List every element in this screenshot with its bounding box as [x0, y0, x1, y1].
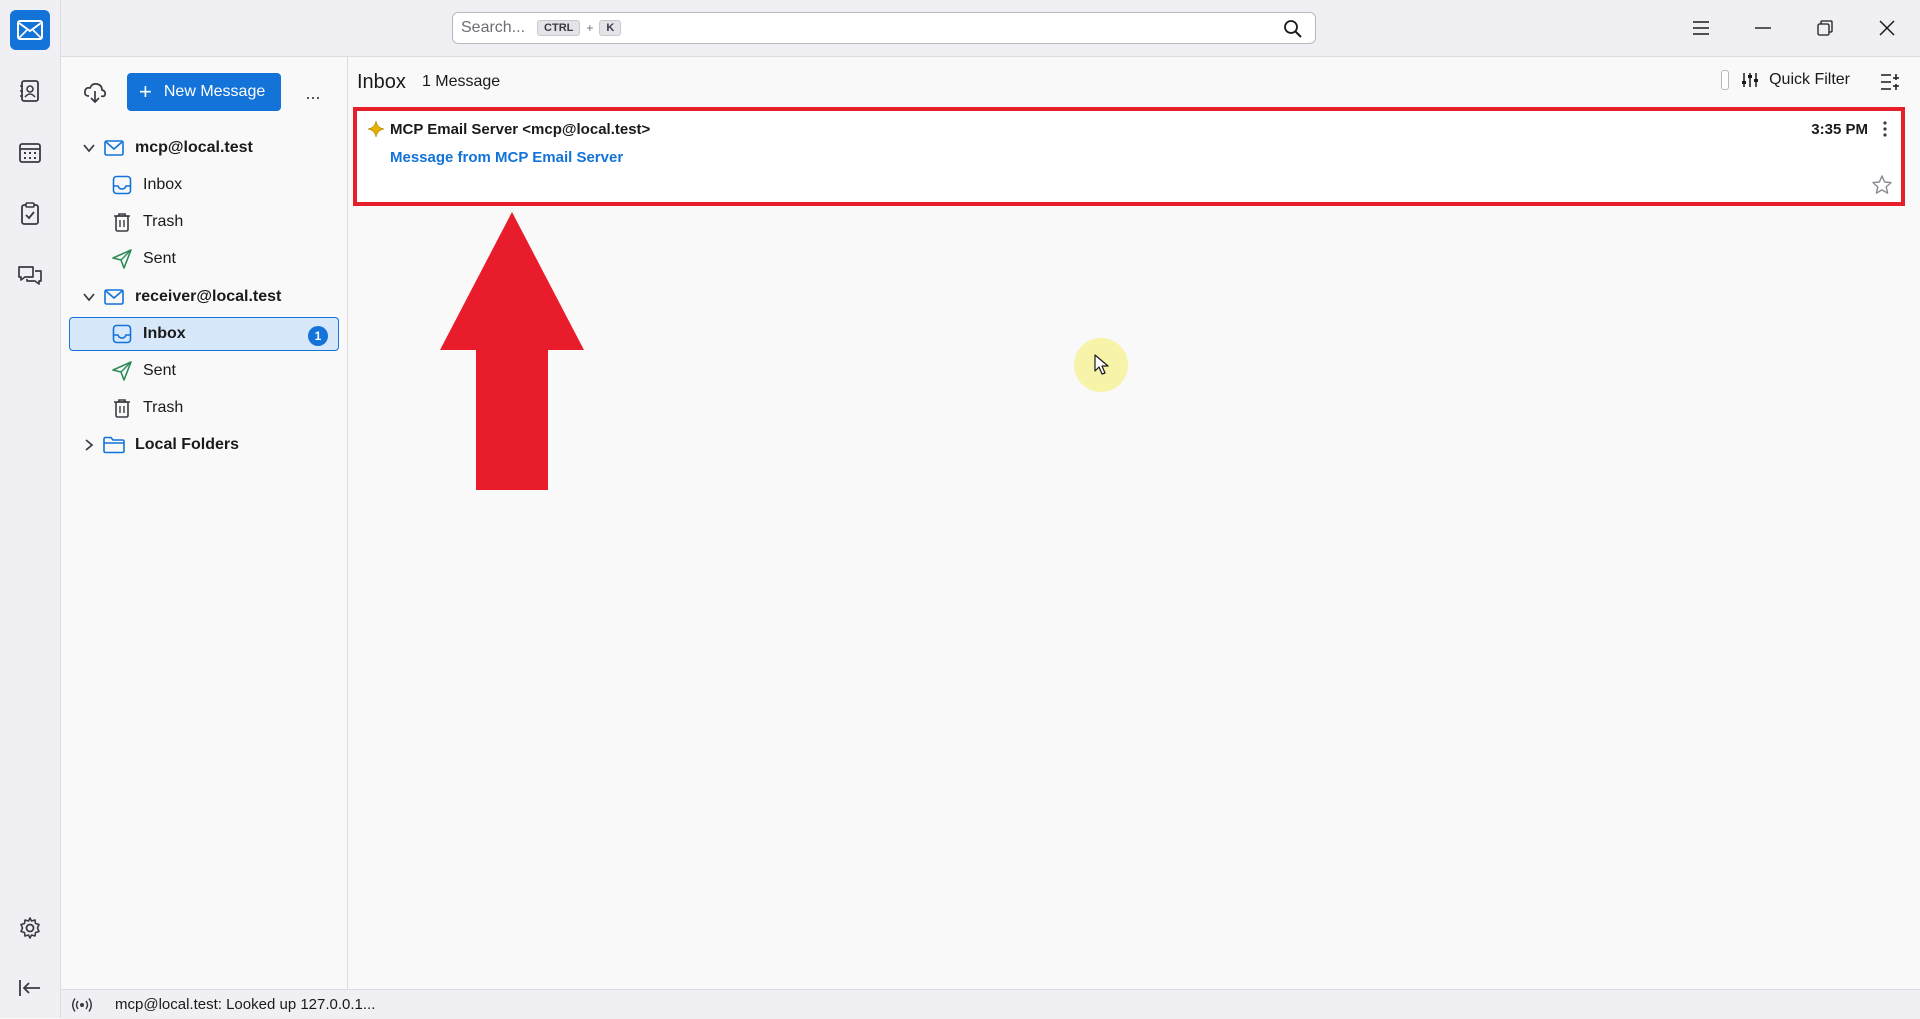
sent-icon: [111, 248, 133, 270]
inbox-icon: [111, 174, 133, 196]
folder-receiver-sent[interactable]: Sent: [69, 354, 339, 388]
minimize-icon: [1755, 27, 1771, 29]
folder-label: Inbox: [143, 176, 183, 193]
mouse-cursor-icon: [1094, 354, 1109, 375]
chat-button[interactable]: [14, 259, 46, 291]
account-name: receiver@local.test: [135, 288, 282, 305]
search-icon[interactable]: [1283, 19, 1303, 39]
message-subject: Message from MCP Email Server: [390, 149, 624, 166]
account-receiver[interactable]: receiver@local.test: [69, 280, 339, 314]
maximize-button[interactable]: [1805, 12, 1845, 44]
unread-badge: 1: [308, 326, 328, 346]
trash-icon: [111, 211, 133, 233]
chat-icon: [18, 266, 42, 285]
folder-pane: + New Message ... mcp@local.test Inbox T…: [61, 57, 348, 989]
calendar-icon: [19, 143, 41, 163]
chevron-down-icon[interactable]: [81, 289, 97, 305]
quick-filter-toggle[interactable]: [1721, 70, 1730, 90]
account-name: mcp@local.test: [135, 139, 253, 156]
address-book-icon: [20, 80, 39, 102]
filter-sliders-icon: [1741, 72, 1759, 88]
message-list-header: Inbox 1 Message Quick Filter: [348, 57, 1920, 107]
list-options-icon: [1881, 74, 1899, 90]
folder-mcp-sent[interactable]: Sent: [69, 242, 339, 276]
chevron-right-icon[interactable]: [81, 437, 97, 453]
folder-pane-options-button[interactable]: ...: [299, 79, 327, 107]
kebab-menu-icon[interactable]: [1883, 121, 1887, 137]
folder-label: Sent: [143, 362, 176, 379]
close-icon: [1879, 20, 1895, 36]
account-name: Local Folders: [135, 436, 240, 453]
folder-title: Inbox: [357, 70, 406, 93]
restore-icon: [1817, 20, 1833, 36]
folder-mcp-inbox[interactable]: Inbox: [69, 168, 339, 202]
new-message-button[interactable]: + New Message: [127, 73, 281, 111]
gear-icon: [20, 917, 40, 939]
title-bar: Search... CTRL + K: [61, 0, 1920, 57]
folder-mcp-trash[interactable]: Trash: [69, 205, 339, 239]
account-local-folders[interactable]: Local Folders: [69, 428, 339, 462]
plus-icon: +: [139, 79, 152, 104]
new-message-sparkle-icon: [367, 120, 385, 138]
quick-filter-label: Quick Filter: [1769, 71, 1850, 88]
folder-receiver-inbox[interactable]: Inbox 1: [69, 317, 339, 351]
folder-receiver-trash[interactable]: Trash: [69, 391, 339, 425]
inbox-icon: [111, 323, 133, 345]
collapse-spaces-button[interactable]: [14, 972, 46, 1004]
folder-icon: [103, 434, 125, 456]
tasks-button[interactable]: [14, 198, 46, 230]
chevron-down-icon[interactable]: [81, 140, 97, 156]
sent-icon: [111, 360, 133, 382]
message-count: 1 Message: [421, 73, 501, 90]
shortcut-key-k: K: [599, 20, 622, 36]
settings-button[interactable]: [14, 912, 46, 944]
shortcut-key-ctrl: CTRL: [537, 20, 581, 36]
account-mcp[interactable]: mcp@local.test: [69, 131, 339, 165]
folder-label: Sent: [143, 250, 176, 267]
address-book-button[interactable]: [14, 75, 46, 107]
search-input[interactable]: Search... CTRL + K: [452, 12, 1316, 44]
new-message-label: New Message: [163, 83, 266, 100]
app-menu-button[interactable]: [1681, 12, 1721, 44]
message-time: 3:35 PM: [1811, 121, 1868, 138]
cloud-download-icon: [83, 82, 107, 104]
folder-label: Inbox: [143, 325, 186, 342]
network-activity-icon: [71, 997, 93, 1013]
account-mail-icon: [103, 137, 125, 159]
hamburger-icon: [1693, 21, 1709, 35]
list-display-options-button[interactable]: [1878, 70, 1902, 94]
spaces-toolbar: [0, 0, 61, 1018]
status-bar: mcp@local.test: Looked up 127.0.0.1...: [61, 989, 1920, 1019]
collapse-left-icon: [19, 980, 40, 996]
folder-label: Trash: [143, 399, 184, 416]
calendar-button[interactable]: [14, 137, 46, 169]
mail-space-button[interactable]: [10, 10, 50, 50]
close-button[interactable]: [1867, 12, 1907, 44]
message-row[interactable]: MCP Email Server <mcp@local.test> Messag…: [356, 110, 1902, 204]
tasks-icon: [21, 202, 39, 225]
trash-icon: [111, 397, 133, 419]
minimize-button[interactable]: [1743, 12, 1783, 44]
red-up-arrow: [440, 212, 584, 490]
account-mail-icon: [103, 286, 125, 308]
mail-icon: [17, 20, 43, 40]
message-sender: MCP Email Server <mcp@local.test>: [390, 121, 651, 138]
shortcut-plus: +: [586, 21, 594, 35]
get-messages-button[interactable]: [81, 79, 109, 107]
status-text: mcp@local.test: Looked up 127.0.0.1...: [115, 996, 376, 1013]
quick-filter-button[interactable]: Quick Filter: [1721, 70, 1850, 90]
folder-label: Trash: [143, 213, 184, 230]
search-placeholder: Search...: [461, 19, 526, 36]
star-icon[interactable]: [1871, 174, 1893, 196]
